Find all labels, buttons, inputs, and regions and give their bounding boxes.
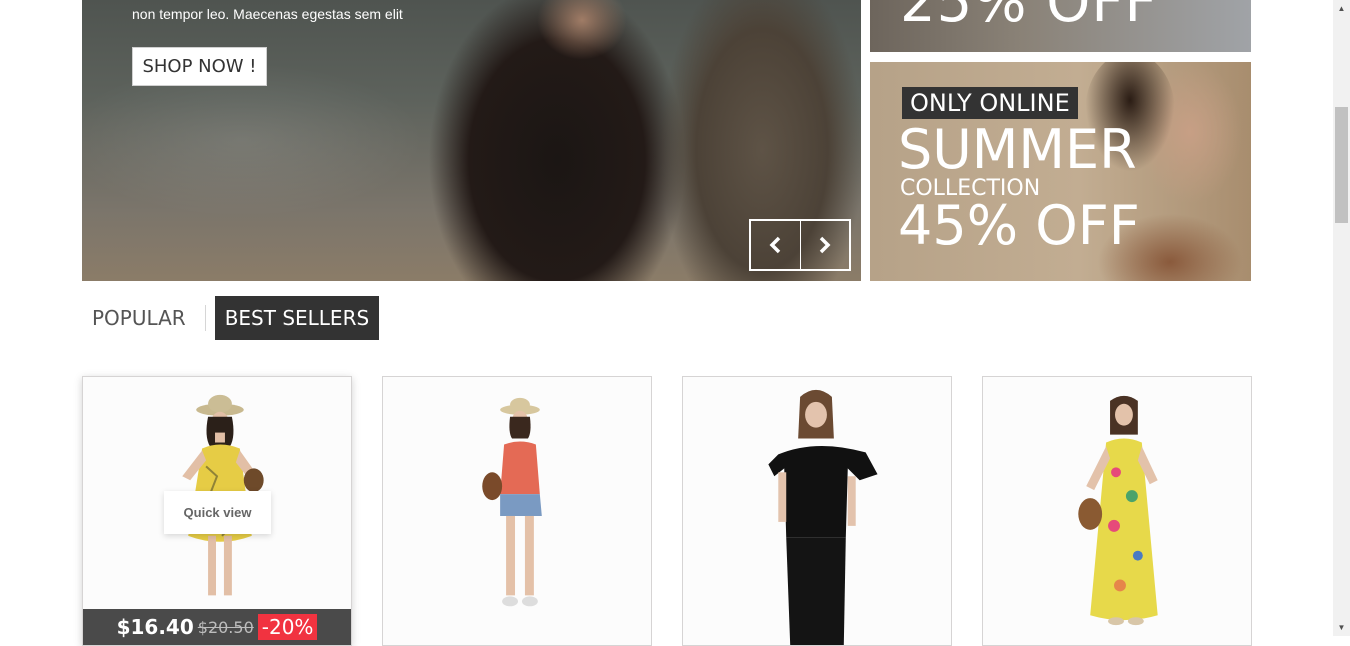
only-online-badge: ONLY ONLINE <box>902 87 1078 119</box>
product-image[interactable] <box>983 377 1251 645</box>
chevron-left-icon <box>769 236 781 254</box>
price-bar: $16.40 $20.50 -20% <box>83 609 351 645</box>
product-card[interactable]: Quick view $16.40 $20.50 -20% <box>82 376 352 646</box>
product-price: $16.40 <box>116 615 194 639</box>
banner-25-off-text: 25% OFF <box>900 0 1158 35</box>
banner-title: SUMMER <box>898 118 1137 181</box>
quick-view-button[interactable]: Quick view <box>164 491 271 534</box>
tab-best-sellers[interactable]: BEST SELLERS <box>214 296 380 340</box>
vertical-scrollbar[interactable]: ▲ ▼ <box>1333 0 1350 636</box>
slider-prev-button[interactable] <box>751 221 800 269</box>
hero-slider[interactable] <box>82 0 861 281</box>
shop-now-button[interactable]: SHOP NOW ! <box>132 47 267 86</box>
banner-discount: 45% OFF <box>898 194 1140 257</box>
scroll-up-arrow-icon[interactable]: ▲ <box>1333 0 1350 17</box>
tab-divider <box>204 305 206 331</box>
product-card[interactable] <box>982 376 1252 646</box>
product-tabs: POPULAR BEST SELLERS <box>82 296 380 340</box>
scroll-thumb[interactable] <box>1335 107 1348 223</box>
slider-next-button[interactable] <box>799 221 850 269</box>
scroll-down-arrow-icon[interactable]: ▼ <box>1333 619 1350 636</box>
product-image[interactable] <box>383 377 651 645</box>
slider-nav <box>749 219 851 271</box>
discount-badge: -20% <box>257 614 318 640</box>
slider-caption: non tempor leo. Maecenas egestas sem eli… <box>132 6 403 22</box>
product-card[interactable] <box>682 376 952 646</box>
product-image[interactable] <box>683 377 951 645</box>
tab-popular[interactable]: POPULAR <box>82 296 196 340</box>
banner-summer-collection[interactable]: ONLY ONLINE SUMMER COLLECTION 45% OFF <box>870 62 1251 281</box>
product-card[interactable] <box>382 376 652 646</box>
banner-25-off[interactable]: 25% OFF <box>870 0 1251 52</box>
product-old-price: $20.50 <box>197 617 254 637</box>
chevron-right-icon <box>819 236 831 254</box>
